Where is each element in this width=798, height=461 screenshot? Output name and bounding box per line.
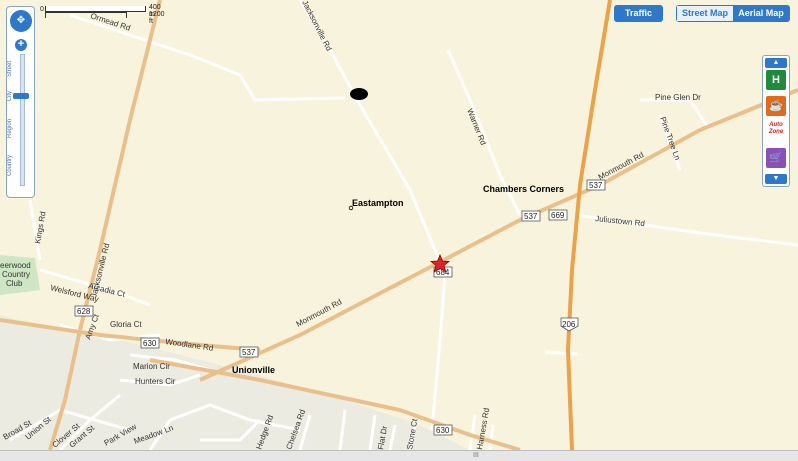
svg-text:537: 537 [589, 181, 603, 190]
svg-text:206: 206 [562, 320, 576, 329]
hotel-icon[interactable]: H [766, 70, 786, 90]
zoom-control: ✥ + Street City Region Country [6, 6, 35, 198]
svg-text:537: 537 [524, 212, 538, 221]
resize-grip[interactable]: III [473, 452, 479, 459]
bottom-resize-bar[interactable]: III [0, 450, 798, 461]
shopping-icon[interactable]: 🛒 [766, 148, 786, 168]
route-shield-630-a: 630 [140, 337, 160, 349]
route-shield-537-b: 537 [586, 179, 606, 191]
auto-zone-icon[interactable]: Auto Zone [765, 122, 787, 136]
map-type-toggle: Street Map Aerial Map [676, 5, 790, 22]
map-canvas[interactable]: Jacksonville Rd Jacksonville Rd Ormead R… [0, 0, 798, 460]
place-country-club-1: eerwood [0, 261, 31, 270]
route-shield-537-c: 537 [239, 346, 259, 358]
svg-text:669: 669 [551, 211, 565, 220]
street-map-button[interactable]: Street Map [677, 6, 733, 21]
zoom-level-street[interactable]: Street [7, 61, 13, 77]
place-unionville: Unionville [232, 365, 275, 375]
traffic-label: Traffic [624, 8, 652, 18]
zoom-in-button[interactable]: + [15, 39, 27, 51]
traffic-button[interactable]: Traffic [614, 5, 663, 22]
svg-text:630: 630 [436, 426, 450, 435]
poi-scroll-up-button[interactable]: ▲ [765, 58, 787, 68]
scale-feet: 1200 ft [149, 11, 165, 25]
route-shield-537-a: 537 [521, 210, 541, 222]
label-marion-cir: Marion Cir [133, 362, 170, 371]
place-country-club-3: Club [6, 279, 23, 288]
aerial-map-button[interactable]: Aerial Map [733, 6, 789, 21]
zoom-slider-track[interactable] [20, 54, 25, 186]
zoom-level-region[interactable]: Region [7, 119, 13, 138]
svg-text:630: 630 [143, 339, 157, 348]
route-shield-669: 669 [548, 209, 568, 221]
zoom-level-city[interactable]: City [7, 91, 13, 101]
label-gloria-ct: Gloria Ct [110, 320, 142, 329]
label-hunters-cir: Hunters Cir [135, 377, 176, 386]
coffee-icon[interactable]: ☕ [766, 96, 786, 116]
pan-control-icon[interactable]: ✥ [10, 10, 32, 32]
black-marker-blob [350, 88, 368, 100]
svg-text:537: 537 [242, 348, 256, 357]
route-shield-628: 628 [74, 305, 94, 317]
zoom-level-country[interactable]: Country [7, 155, 13, 176]
route-shield-630-b: 630 [433, 424, 453, 436]
svg-text:628: 628 [77, 307, 91, 316]
label-pine-glen-dr: Pine Glen Dr [655, 93, 701, 102]
poi-scroll-down-button[interactable]: ▼ [765, 174, 787, 184]
place-eastampton: Eastampton [352, 198, 404, 208]
place-chambers-corners: Chambers Corners [483, 184, 564, 194]
scale-bar-feet [45, 12, 127, 18]
scale-zero: 0 [40, 6, 44, 13]
place-country-club-2: Country [2, 270, 30, 279]
poi-toolbar: ▲ H ☕ Auto Zone 🛒 ▼ [762, 55, 790, 187]
zoom-slider-thumb[interactable] [13, 93, 29, 99]
